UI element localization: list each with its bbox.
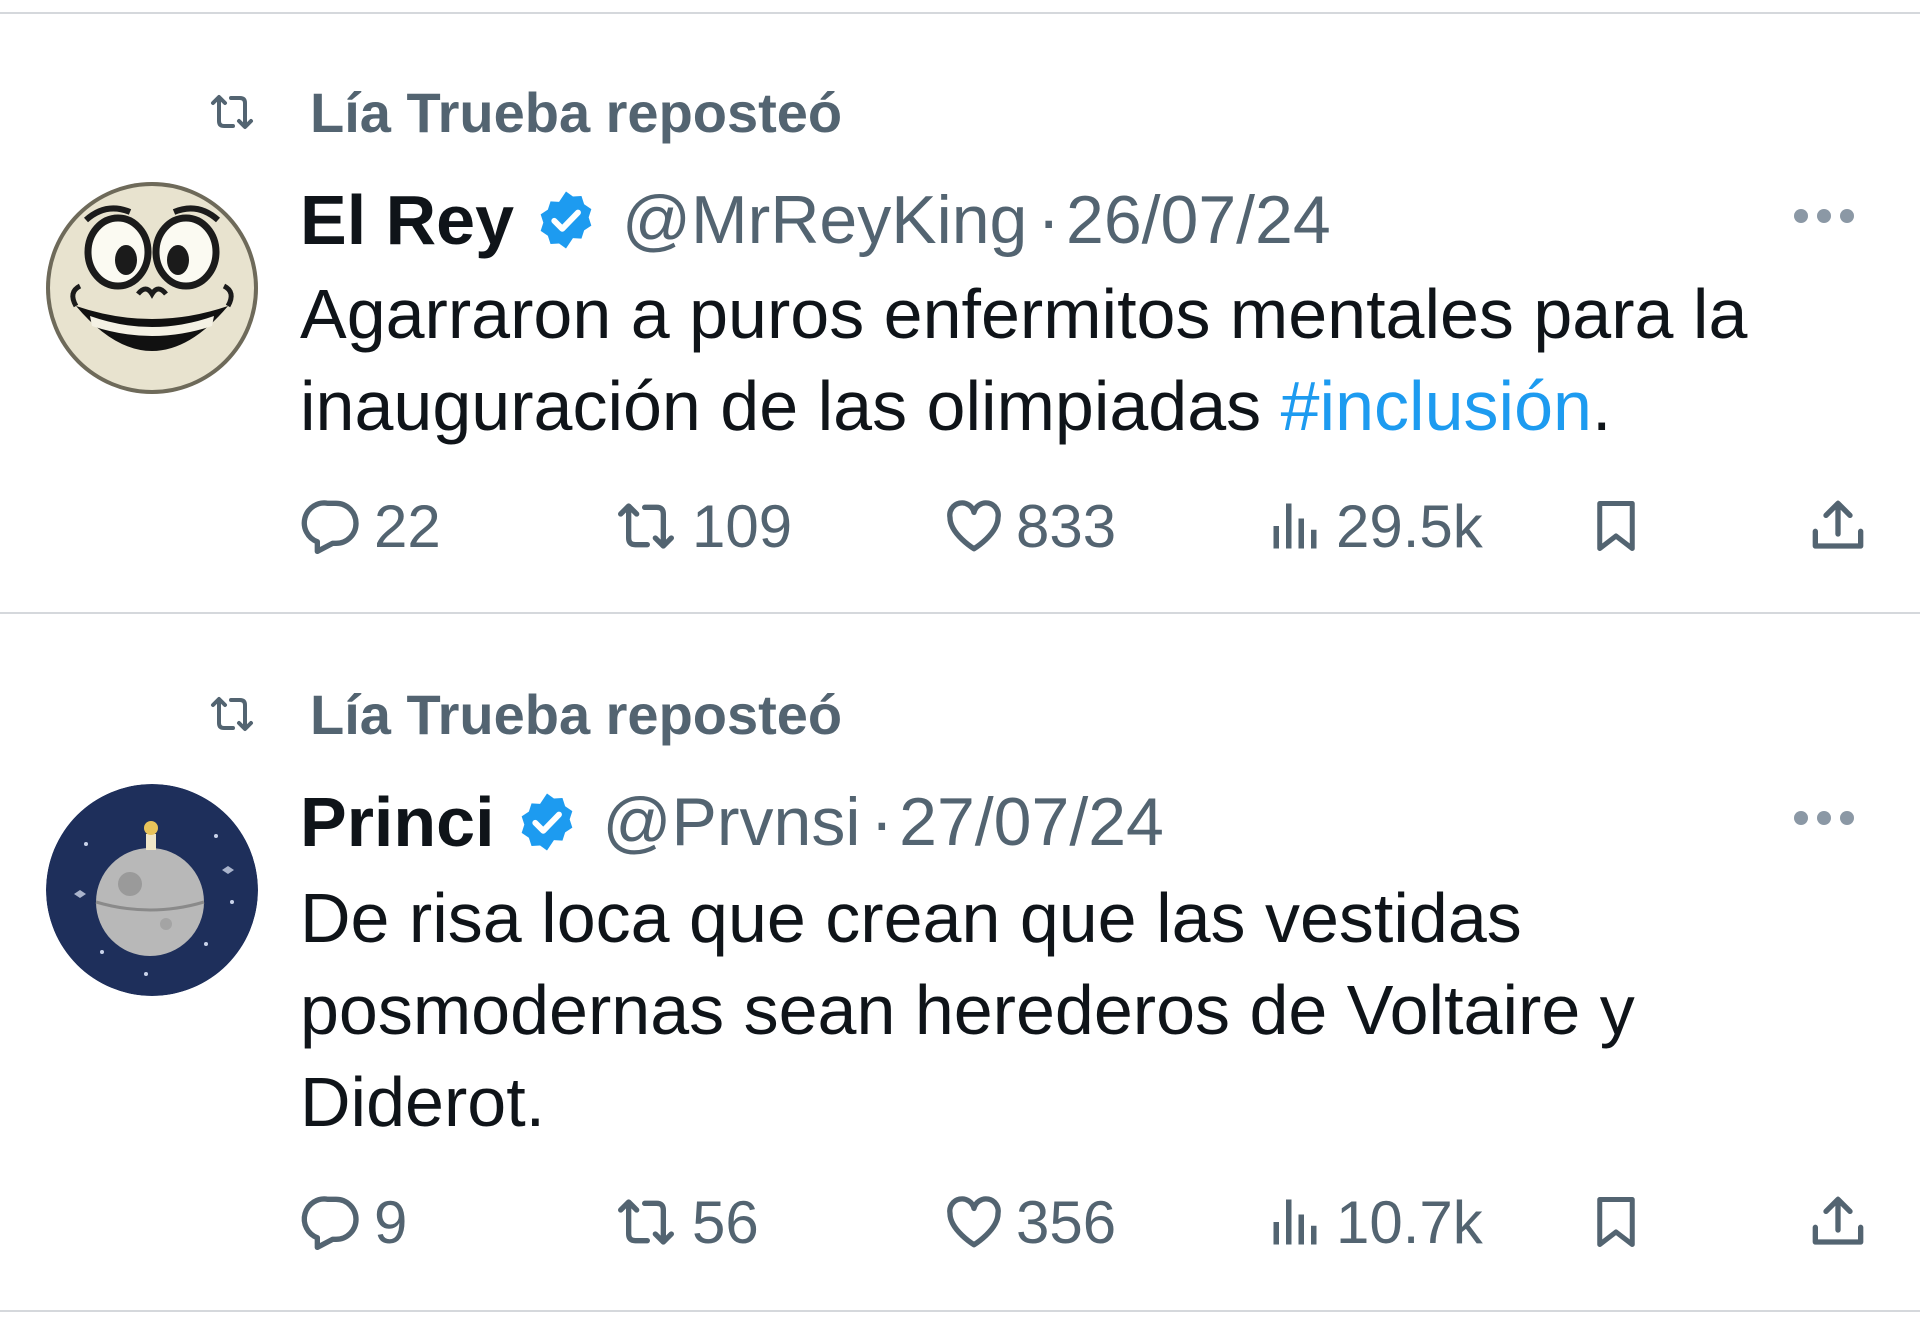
views-chart-icon bbox=[1266, 494, 1326, 558]
like-count: 833 bbox=[1016, 492, 1117, 560]
heart-icon bbox=[942, 494, 1006, 558]
like-count: 356 bbox=[1016, 1188, 1117, 1256]
reply-button[interactable]: 9 bbox=[300, 1182, 407, 1262]
repost-count: 109 bbox=[692, 492, 793, 560]
separator-dot: · bbox=[1037, 182, 1060, 258]
repost-button[interactable]: 109 bbox=[610, 486, 792, 566]
repost-context: Lía Trueba reposteó bbox=[196, 678, 842, 750]
repost-count: 56 bbox=[692, 1188, 759, 1256]
tweet-actions: 9 56 356 10.7k bbox=[300, 1182, 1880, 1262]
like-button[interactable]: 833 bbox=[942, 486, 1116, 566]
reply-count: 9 bbox=[374, 1188, 408, 1256]
hashtag-link[interactable]: #inclusión bbox=[1281, 367, 1592, 445]
tweet-date[interactable]: 26/07/24 bbox=[1066, 181, 1331, 259]
tweet-header: El Rey @MrReyKing · 26/07/24 bbox=[300, 178, 1331, 262]
repost-context: Lía Trueba reposteó bbox=[196, 76, 842, 148]
reply-icon bbox=[300, 494, 364, 558]
like-button[interactable]: 356 bbox=[942, 1182, 1116, 1262]
author-name[interactable]: Princi bbox=[300, 782, 495, 862]
share-icon bbox=[1806, 494, 1870, 558]
separator-dot: · bbox=[870, 784, 894, 860]
reply-count: 22 bbox=[374, 492, 441, 560]
repost-label[interactable]: Lía Trueba reposteó bbox=[310, 80, 842, 145]
views-button[interactable]: 29.5k bbox=[1266, 486, 1483, 566]
tweet-header: Princi @Prvnsi · 27/07/24 bbox=[300, 780, 1164, 864]
repost-icon bbox=[196, 690, 268, 738]
heart-icon bbox=[942, 1190, 1006, 1254]
repost-label[interactable]: Lía Trueba reposteó bbox=[310, 682, 842, 747]
more-options-icon[interactable] bbox=[1784, 205, 1864, 229]
author-handle[interactable]: @MrReyKing bbox=[622, 181, 1027, 259]
share-icon bbox=[1806, 1190, 1870, 1254]
repost-icon bbox=[610, 1190, 682, 1254]
repost-icon bbox=[610, 494, 682, 558]
avatar[interactable] bbox=[46, 784, 258, 996]
author-name[interactable]: El Rey bbox=[300, 180, 514, 260]
bookmark-button[interactable] bbox=[1586, 486, 1646, 566]
views-button[interactable]: 10.7k bbox=[1266, 1182, 1483, 1262]
share-button[interactable] bbox=[1806, 1182, 1870, 1262]
tweet-text: De risa loca que crean que las vestidas … bbox=[300, 879, 1635, 1141]
tweet-date[interactable]: 27/07/24 bbox=[899, 783, 1164, 861]
tweet-text-end: . bbox=[1591, 367, 1612, 445]
verified-badge-icon[interactable] bbox=[515, 790, 579, 854]
repost-button[interactable]: 56 bbox=[610, 1182, 759, 1262]
bookmark-icon bbox=[1586, 494, 1646, 558]
tweet-actions: 22 109 833 29.5k bbox=[300, 486, 1880, 566]
tweet-text: Agarraron a puros enfermitos mentales pa… bbox=[300, 268, 1880, 452]
reply-icon bbox=[300, 1190, 364, 1254]
verified-badge-icon[interactable] bbox=[534, 188, 598, 252]
avatar[interactable] bbox=[46, 182, 258, 394]
view-count: 10.7k bbox=[1336, 1188, 1483, 1256]
more-options-icon[interactable] bbox=[1784, 807, 1864, 831]
bookmark-icon bbox=[1586, 1190, 1646, 1254]
tweet-card[interactable]: Lía Trueba reposteó Princi @Prvnsi · 27/… bbox=[0, 614, 1920, 1308]
views-chart-icon bbox=[1266, 1190, 1326, 1254]
view-count: 29.5k bbox=[1336, 492, 1483, 560]
bottom-divider bbox=[0, 1310, 1920, 1312]
bookmark-button[interactable] bbox=[1586, 1182, 1646, 1262]
repost-icon bbox=[196, 88, 268, 136]
reply-button[interactable]: 22 bbox=[300, 486, 441, 566]
tweet-card[interactable]: Lía Trueba reposteó El Rey @MrReyKing · … bbox=[0, 14, 1920, 612]
author-handle[interactable]: @Prvnsi bbox=[603, 783, 861, 861]
share-button[interactable] bbox=[1806, 486, 1870, 566]
